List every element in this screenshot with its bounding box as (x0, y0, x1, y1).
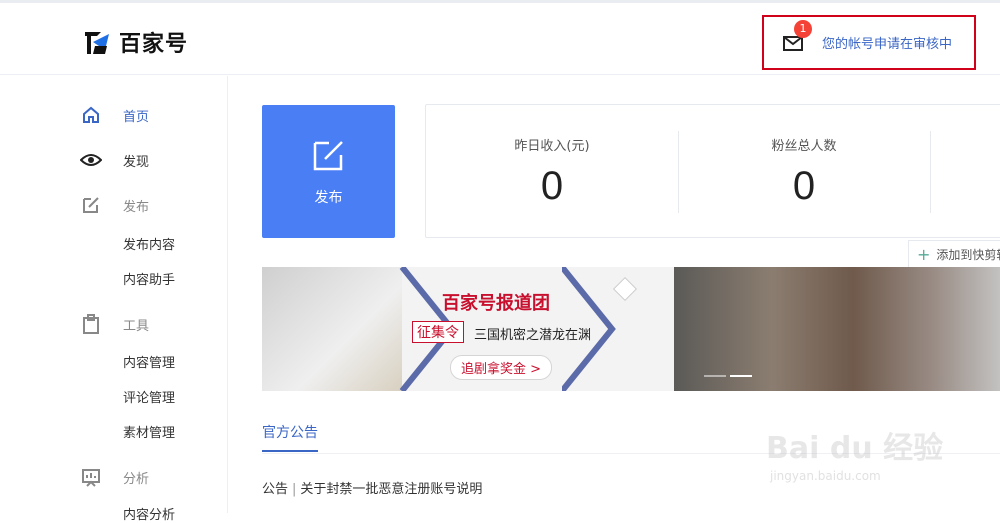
stat-value: 0 (792, 164, 816, 208)
sidebar-item-content-analysis[interactable]: 内容分析 (123, 504, 175, 523)
sidebar-item-comment-management[interactable]: 评论管理 (123, 387, 175, 406)
sidebar-item-home[interactable]: 首页 (80, 104, 149, 126)
announcement-title[interactable]: 关于封禁一批恶意注册账号说明 (300, 482, 482, 497)
sidebar: 首页 发现 发布 发布内容 内容助手 工具 内容管理 评论管理 素材管理 分析 … (0, 76, 228, 523)
sidebar-item-label: 工具 (123, 318, 150, 334)
sidebar-item-label: 发现 (123, 154, 150, 170)
account-status-text[interactable]: 您的帐号申请在审核中 (822, 33, 952, 52)
announcement-item[interactable]: 公告 | 关于封禁一批恶意注册账号说明 (262, 478, 482, 497)
account-status-notice[interactable]: 1 您的帐号申请在审核中 (762, 15, 976, 70)
baijiahao-logo-icon (85, 32, 109, 54)
stat-label: 粉丝总人数 (771, 139, 837, 154)
sidebar-item-discover[interactable]: 发现 (80, 149, 149, 171)
quick-add-label: 添加到快剪辑 (936, 247, 1000, 262)
banner-left-art (262, 267, 402, 391)
edit-icon (80, 194, 102, 216)
banner-title: 百家号报道团 (442, 293, 550, 314)
home-icon (80, 104, 102, 126)
carousel-dot-active[interactable] (730, 375, 752, 377)
sidebar-item-analytics[interactable]: 分析 (80, 466, 149, 488)
tab-official-announcements[interactable]: 官方公告 (262, 422, 318, 452)
watermark-sub: jingyan.baidu.com (770, 469, 881, 483)
mail-icon[interactable]: 1 (782, 19, 812, 54)
stat-value: 0 (540, 164, 564, 208)
baidu-jingyan-watermark: Bai du 经验 jingyan.baidu.com (766, 405, 946, 495)
sidebar-item-label: 发布 (123, 199, 150, 215)
watermark-main: Bai du 经验 (766, 431, 944, 466)
edit-icon (313, 140, 343, 170)
banner-cast-image (674, 267, 1000, 391)
chart-icon (80, 466, 102, 488)
sidebar-item-publish-content[interactable]: 发布内容 (123, 234, 175, 253)
divider (930, 131, 931, 213)
publish-button[interactable]: 发布 (262, 105, 395, 238)
carousel-dot[interactable] (704, 375, 726, 377)
sidebar-item-tools[interactable]: 工具 (80, 313, 149, 335)
add-to-quick-edit-button[interactable]: + 添加到快剪辑 (908, 240, 1000, 268)
separator: | (292, 482, 297, 497)
announcement-category: 公告 (262, 482, 289, 497)
clipboard-icon (80, 313, 102, 335)
brand-logo[interactable]: 百家号 (83, 27, 188, 57)
sidebar-item-label: 首页 (123, 109, 150, 125)
notification-badge: 1 (794, 19, 812, 38)
carousel-indicators[interactable] (704, 375, 752, 377)
sidebar-item-material-management[interactable]: 素材管理 (123, 422, 175, 441)
sidebar-item-content-assistant[interactable]: 内容助手 (123, 269, 175, 288)
stats-panel: 昨日收入(元) 0 粉丝总人数 0 (425, 104, 1000, 238)
stat-total-fans: 粉丝总人数 0 (678, 135, 930, 209)
promo-banner[interactable]: 百家号报道团 征集令 三国机密之潜龙在渊 追剧拿奖金 > (262, 267, 1000, 391)
stat-label: 昨日收入(元) (514, 139, 590, 154)
header: 百家号 1 您的帐号申请在审核中 (0, 3, 1000, 75)
eye-icon (80, 149, 102, 171)
sidebar-item-content-management[interactable]: 内容管理 (123, 352, 175, 371)
plus-icon: + (917, 244, 931, 264)
sidebar-item-label: 分析 (123, 471, 150, 487)
banner-cta-button[interactable]: 追剧拿奖金 > (450, 355, 553, 380)
publish-label: 发布 (314, 189, 343, 206)
sidebar-item-publish[interactable]: 发布 (80, 194, 149, 216)
stat-yesterday-income: 昨日收入(元) 0 (426, 135, 678, 209)
brand-name: 百家号 (119, 32, 189, 57)
banner-tag: 征集令 (412, 321, 464, 343)
banner-subtitle: 三国机密之潜龙在渊 (474, 328, 592, 343)
